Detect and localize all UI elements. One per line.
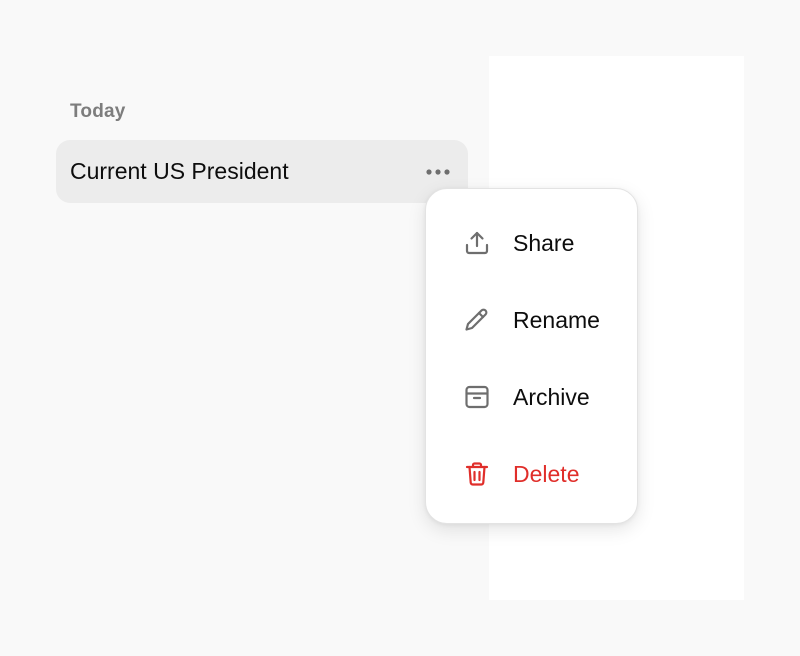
context-menu: Share Rename Archive Delete xyxy=(425,188,638,524)
menu-item-share[interactable]: Share xyxy=(426,215,637,271)
ellipsis-icon xyxy=(426,169,450,175)
trash-icon xyxy=(462,459,492,489)
menu-item-rename[interactable]: Rename xyxy=(426,292,637,348)
chat-title: Current US President xyxy=(70,158,289,184)
menu-item-label: Share xyxy=(513,229,575,256)
chat-item[interactable]: Current US President xyxy=(56,140,468,203)
menu-item-archive[interactable]: Archive xyxy=(426,369,637,425)
more-options-button[interactable] xyxy=(420,158,456,186)
menu-item-label: Rename xyxy=(513,306,600,333)
pencil-icon xyxy=(462,305,492,335)
menu-item-delete[interactable]: Delete xyxy=(426,446,637,502)
archive-icon xyxy=(462,382,492,412)
menu-item-label: Archive xyxy=(513,383,590,410)
app-window: Today Current US President Share Rename … xyxy=(0,0,800,656)
section-label-today: Today xyxy=(70,101,126,122)
share-icon xyxy=(462,228,492,258)
menu-item-label: Delete xyxy=(513,460,580,487)
